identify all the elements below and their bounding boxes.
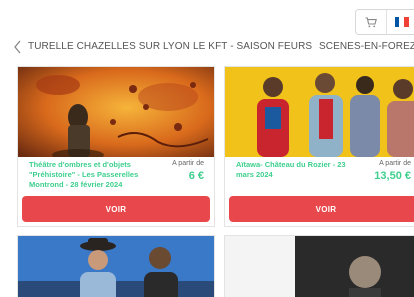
language-button[interactable] (386, 10, 414, 34)
event-title[interactable]: Aïtawa- Château du Rozier - 23 mars 2024 (236, 160, 356, 180)
voir-button[interactable]: VOIR (22, 196, 210, 222)
event-image (18, 236, 214, 297)
event-price: 13,50 € (374, 170, 411, 182)
top-bar (0, 0, 414, 36)
french-flag-icon (394, 17, 409, 27)
event-card[interactable] (17, 235, 215, 297)
event-card[interactable]: Aïtawa- Château du Rozier - 23 mars 2024… (224, 66, 414, 227)
header-actions (355, 9, 414, 35)
category-nav: TURELLE CHAZELLES SUR LYON LE KFT - SAIS… (0, 37, 414, 57)
voir-button[interactable]: VOIR (229, 196, 414, 222)
category-tab-scenes-en-forez[interactable]: SCENES-EN-FOREZ (319, 41, 414, 52)
event-price: 6 € (188, 170, 204, 182)
chevron-left-icon[interactable] (12, 40, 24, 54)
event-image (18, 67, 214, 157)
price-label: A partir de (379, 160, 411, 167)
event-card[interactable] (224, 235, 414, 297)
cart-button[interactable] (356, 10, 386, 34)
category-tab-le-kft[interactable]: LE KFT - SAISON FEURS (193, 41, 312, 52)
cart-icon (365, 16, 377, 27)
event-image (225, 67, 414, 157)
event-image (225, 236, 414, 297)
category-tab-turelle[interactable]: TURELLE CHAZELLES SUR LYON (28, 41, 190, 52)
event-title[interactable]: Théâtre d'ombres et d'objets "Préhistoir… (29, 160, 149, 190)
price-label: A partir de (172, 160, 204, 167)
event-card[interactable]: Théâtre d'ombres et d'objets "Préhistoir… (17, 66, 215, 227)
